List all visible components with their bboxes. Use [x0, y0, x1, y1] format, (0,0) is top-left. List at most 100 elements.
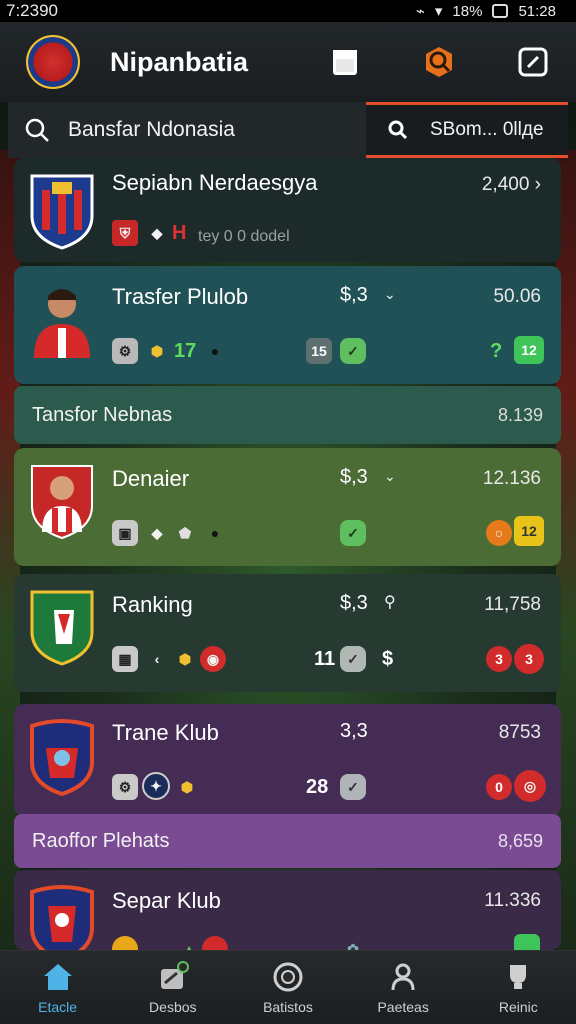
- transfer-fee: $,3: [340, 592, 368, 614]
- edit-button[interactable]: [516, 45, 550, 79]
- diamond-icon: ◆: [151, 224, 163, 241]
- ball-icon: [273, 962, 303, 991]
- stat-c: 12: [514, 516, 544, 546]
- home-icon: [43, 963, 72, 990]
- section-value: 8.139: [497, 404, 543, 425]
- chevron-left-icon[interactable]: ‹: [144, 646, 170, 672]
- badge-icon: ⬢: [150, 342, 164, 359]
- nav-label: Reinic: [498, 998, 538, 1015]
- nav-item-matches[interactable]: Batistos: [238, 961, 338, 1015]
- club-crest-icon: [30, 719, 94, 796]
- stats-icon: ⚙: [112, 338, 138, 364]
- search-icon: [388, 120, 408, 140]
- search-filter-text: SBom... 0llде: [430, 119, 544, 140]
- transfer-fee: 3,3: [340, 720, 368, 742]
- app-title: Nipanbatia: [110, 46, 249, 77]
- nav-item-transfers[interactable]: Desbos: [123, 960, 223, 1015]
- list-item[interactable]: Trane Klub 3,3 8753 ⚙ ✦ ⬢ 28 ✓ 0 ◎: [14, 704, 561, 816]
- wifi-icon: ▾: [434, 3, 443, 20]
- club-value: 2,400 ›: [481, 174, 541, 195]
- ball-icon: [112, 936, 138, 950]
- check-icon: ✓: [340, 520, 366, 546]
- check-icon: ✓: [340, 774, 366, 800]
- club-name: Separ Klub: [112, 888, 221, 913]
- list-item[interactable]: Denaier $,3 ⌄ 12.136 ▣ ◆ ⬟ ● ✓ ○ 12: [14, 448, 561, 566]
- section-bar[interactable]: Tansfor Nebnas 8.139: [14, 386, 561, 444]
- stat-d: 3: [486, 646, 512, 672]
- search-row: Bansfar Ndonasia SBom... 0llде: [8, 102, 568, 158]
- stat-a: 11: [314, 648, 336, 670]
- search-filter-tab[interactable]: SBom... 0llде: [366, 102, 568, 158]
- player-icon: [391, 963, 415, 990]
- transfer-icon: [160, 960, 189, 989]
- club-crest-icon: [30, 885, 94, 950]
- ranking-value: 11,758: [484, 594, 541, 615]
- nav-label: Paeteas: [377, 998, 429, 1015]
- transfer-fee: $,3: [340, 466, 368, 488]
- status-clock: 51:28: [518, 2, 556, 20]
- club-crest-icon: [30, 174, 94, 250]
- status-icons: ⌁ ▾ 18% 51:28: [416, 2, 556, 21]
- list-item[interactable]: Separ Klub 11.336 ▲ ✿: [14, 870, 561, 950]
- stats-icon: ▣: [112, 520, 138, 546]
- badge-icon: ⬟: [178, 524, 192, 541]
- app-header: Nipanbatia: [0, 22, 576, 102]
- stat-b: 3: [514, 644, 544, 674]
- section-value: 8,659: [497, 830, 543, 851]
- section-label: Raoffor Plehats: [32, 829, 170, 852]
- list-item[interactable]: Trasfer Plulob $,3 ⌄ 50.06 ⚙ ⬢ 17 ● 15 ✓…: [14, 266, 561, 384]
- app-logo[interactable]: [26, 35, 80, 89]
- stats-icon: ⚙: [112, 774, 138, 800]
- list-item[interactable]: Ranking $,3 ⚲ 11,758 ▦ ‹ ⬢ ◉ 11 ✓ $ 3 3: [14, 574, 561, 692]
- club-crest-icon: [30, 590, 94, 666]
- club-name: Sepiabn Nerdaesgya: [112, 170, 318, 195]
- stat-c: $: [382, 648, 394, 670]
- section-bar[interactable]: Raoffor Plehats 8,659: [14, 814, 561, 868]
- badge-icon: ⬢: [180, 778, 194, 795]
- nav-label: Batistos: [263, 998, 313, 1015]
- stat-a: 17: [174, 340, 197, 362]
- shield-icon: ⛨: [112, 220, 138, 246]
- player-name: Trasfer Plulob: [112, 284, 249, 309]
- battery-label: 18%: [452, 2, 483, 20]
- calendar-icon: [333, 50, 357, 75]
- check-icon: [514, 934, 540, 950]
- player-avatar: [34, 289, 90, 358]
- player-value: 50.06: [493, 286, 541, 307]
- stat-d: 0: [486, 774, 512, 800]
- chevron-down-icon[interactable]: ⌄: [384, 468, 396, 485]
- search-icon: [25, 118, 49, 142]
- nav-label: Desbos: [149, 998, 197, 1015]
- status-time: 7:2390: [6, 1, 58, 20]
- nav-item-home[interactable]: Etacle: [8, 961, 108, 1015]
- list-item[interactable]: Sepiabn Nerdaesgya 2,400 › ⛨ ◆ H tey 0 0…: [14, 158, 561, 262]
- stat-b: 15: [306, 338, 332, 364]
- ball-icon: ●: [210, 343, 220, 359]
- chevron-down-icon[interactable]: ⌄: [384, 286, 396, 303]
- stat-a: 28: [306, 776, 329, 798]
- search-alert-icon: [426, 47, 452, 77]
- club-name: Trane Klub: [112, 720, 219, 745]
- diamond-icon: ◆: [151, 524, 163, 541]
- nav-label: Etacle: [38, 998, 78, 1015]
- player-value: 12.136: [482, 468, 541, 489]
- status-bar: 7:2390 ⌁ ▾ 18% 51:28: [0, 0, 576, 22]
- nav-item-players[interactable]: Paeteas: [353, 961, 453, 1015]
- player-name: Denaier: [112, 466, 190, 491]
- alert-dot-icon: ○: [486, 520, 512, 546]
- search-input[interactable]: Bansfar Ndonasia: [8, 117, 366, 143]
- record-icon: ◉: [200, 646, 226, 672]
- player-avatar: [31, 465, 93, 540]
- calendar-button[interactable]: [328, 45, 362, 79]
- location-icon: ⚲: [384, 594, 396, 611]
- club-value: 8753: [498, 722, 541, 743]
- star-badge-icon: ✦: [142, 772, 170, 800]
- stat-d: ?: [490, 340, 503, 362]
- ball-icon: ●: [210, 525, 220, 541]
- check-icon: ✓: [340, 338, 366, 364]
- stats-icon: ▦: [112, 646, 138, 672]
- search-badge-button[interactable]: [422, 45, 456, 79]
- club-value: 11.336: [484, 890, 541, 911]
- bottom-nav: Etacle Desbos Batistos Paeteas Reinic: [0, 950, 576, 1024]
- nav-item-rankings[interactable]: Reinic: [468, 961, 568, 1015]
